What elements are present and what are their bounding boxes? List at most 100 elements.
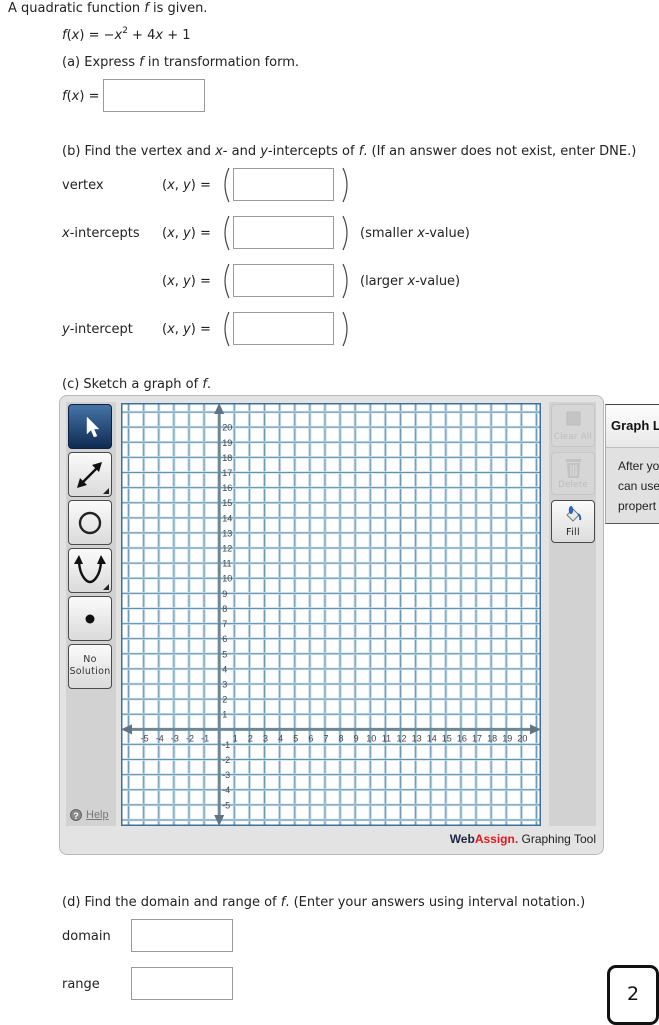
x-tick-label: 20 <box>517 733 527 743</box>
y-intercept-input[interactable] <box>233 312 334 345</box>
part-b-x: x <box>215 144 223 159</box>
fill-button[interactable]: Fill <box>551 500 595 543</box>
y-tick-label: 13 <box>222 528 232 538</box>
note-var: x <box>417 226 425 241</box>
coord-label: (x, y) = <box>162 226 211 242</box>
row-var: y <box>62 322 70 337</box>
y-tick-label: 12 <box>222 544 232 554</box>
label-close: ) = <box>79 89 100 104</box>
part-d-text: (d) Find the domain and range of <box>62 895 281 910</box>
line-tool-button[interactable] <box>68 452 112 497</box>
y-tick-label: 1 <box>222 710 227 720</box>
fill-label: Fill <box>566 527 580 538</box>
x-tick-label: 9 <box>354 733 359 743</box>
brand-web: Web <box>449 832 475 846</box>
x-tick-label: 16 <box>457 733 467 743</box>
part-b-text: - and <box>222 144 261 159</box>
eq-mid: + 4 <box>127 28 156 43</box>
line-double-arrow-icon <box>77 462 109 494</box>
coord-x: x <box>167 226 175 241</box>
no-solution-label-2: Solution <box>69 666 111 677</box>
circle-tool-button[interactable] <box>68 500 112 545</box>
x-tick-label: -4 <box>156 733 164 743</box>
note-text-end: -value) <box>415 274 461 289</box>
no-solution-button[interactable]: No Solution <box>68 644 112 689</box>
x-tick-label: 1 <box>233 733 238 743</box>
open-paren <box>221 263 231 299</box>
coord-x: x <box>167 274 175 289</box>
coord-x: x <box>167 322 175 337</box>
y-tick-label: 2 <box>222 695 227 705</box>
y-intercept-label: y-intercept <box>62 322 133 338</box>
coord-comma: , <box>174 226 184 241</box>
coord-x: x <box>167 178 175 193</box>
function-equation: f(x) = −x2 + 4x + 1 <box>62 27 191 44</box>
layers-help-line: propert <box>618 499 657 513</box>
webassign-brand: WebAssign. Graphing Tool <box>450 832 596 846</box>
intro-text-end: is given. <box>148 1 208 16</box>
x-tick-label: 13 <box>412 733 422 743</box>
coord-close: ) = <box>190 178 211 193</box>
select-tool-button[interactable] <box>68 404 112 449</box>
coord-label: (x, y) = <box>162 178 211 194</box>
coord-comma: , <box>174 322 184 337</box>
part-a-label: f(x) = <box>62 89 99 105</box>
help-link[interactable]: ? Help <box>70 809 109 822</box>
x-intercepts-label: x-intercepts <box>62 226 140 242</box>
eq-equals: ) = − <box>79 28 115 43</box>
y-tick-label: 10 <box>222 574 232 584</box>
coord-comma: , <box>174 274 184 289</box>
part-a-text: (a) Express <box>62 55 140 70</box>
x-intercept-larger-input[interactable] <box>233 264 334 297</box>
range-label: range <box>62 977 100 992</box>
x-intercept-smaller-input[interactable] <box>233 216 334 249</box>
delete-button[interactable]: Delete <box>551 452 595 495</box>
cursor-arrow-icon <box>86 416 100 438</box>
clear-all-button[interactable]: Clear All <box>551 404 595 447</box>
x-tick-label: 17 <box>472 733 482 743</box>
y-tick-label: -3 <box>222 770 230 780</box>
y-tick-label: -2 <box>222 755 230 765</box>
layers-help-line: can use <box>618 479 659 493</box>
delete-label: Delete <box>558 480 588 490</box>
x-tick-label: 15 <box>442 733 452 743</box>
note-text: (larger <box>360 274 408 289</box>
brand-tool-name: Graphing Tool <box>518 832 596 846</box>
point-tool-button[interactable] <box>68 596 112 641</box>
clear-all-label: Clear All <box>553 432 593 442</box>
row-var: x <box>62 226 70 241</box>
transformation-form-input[interactable] <box>103 79 205 112</box>
larger-x-note: (larger x-value) <box>360 274 460 290</box>
x-tick-label: -1 <box>201 733 209 743</box>
close-paren <box>341 311 351 347</box>
vertex-input[interactable] <box>233 168 334 201</box>
clear-all-square-icon <box>566 411 581 426</box>
parabola-icon <box>74 555 109 590</box>
close-paren <box>341 263 351 299</box>
x-tick-label: 19 <box>502 733 512 743</box>
part-b-text: (b) Find the vertex and <box>62 144 216 159</box>
x-tick-label: -5 <box>141 733 149 743</box>
open-paren <box>221 167 231 203</box>
eq-x-lin: x <box>155 28 164 43</box>
coord-close: ) = <box>190 226 211 241</box>
coord-y: y <box>183 226 191 241</box>
x-tick-label: 8 <box>339 733 344 743</box>
graph-grid[interactable]: -5 -4 -3 -2 -1 1 2 3 4 5 6 7 8 9 10 11 12 13 14 15 16 17 18 19 2… <box>121 403 541 826</box>
graph-layers-panel: Graph L After yo can use propert <box>605 404 659 524</box>
x-tick-label: 3 <box>263 733 268 743</box>
help-label: Help <box>86 809 109 822</box>
open-paren <box>221 215 231 251</box>
x-tick-label: -3 <box>171 733 179 743</box>
parabola-tool-button[interactable] <box>68 548 112 593</box>
page-number-badge: 2 <box>607 965 659 1025</box>
y-tick-label: 14 <box>222 513 232 523</box>
y-tick-label: 16 <box>222 483 232 493</box>
coord-y: y <box>183 178 191 193</box>
domain-input[interactable] <box>131 919 233 952</box>
y-tick-label: 15 <box>222 498 232 508</box>
y-axis-up-arrow <box>214 403 225 414</box>
range-input[interactable] <box>131 967 233 1000</box>
eq-end: + 1 <box>163 28 191 43</box>
part-a-prompt: (a) Express f in transformation form. <box>62 55 299 71</box>
